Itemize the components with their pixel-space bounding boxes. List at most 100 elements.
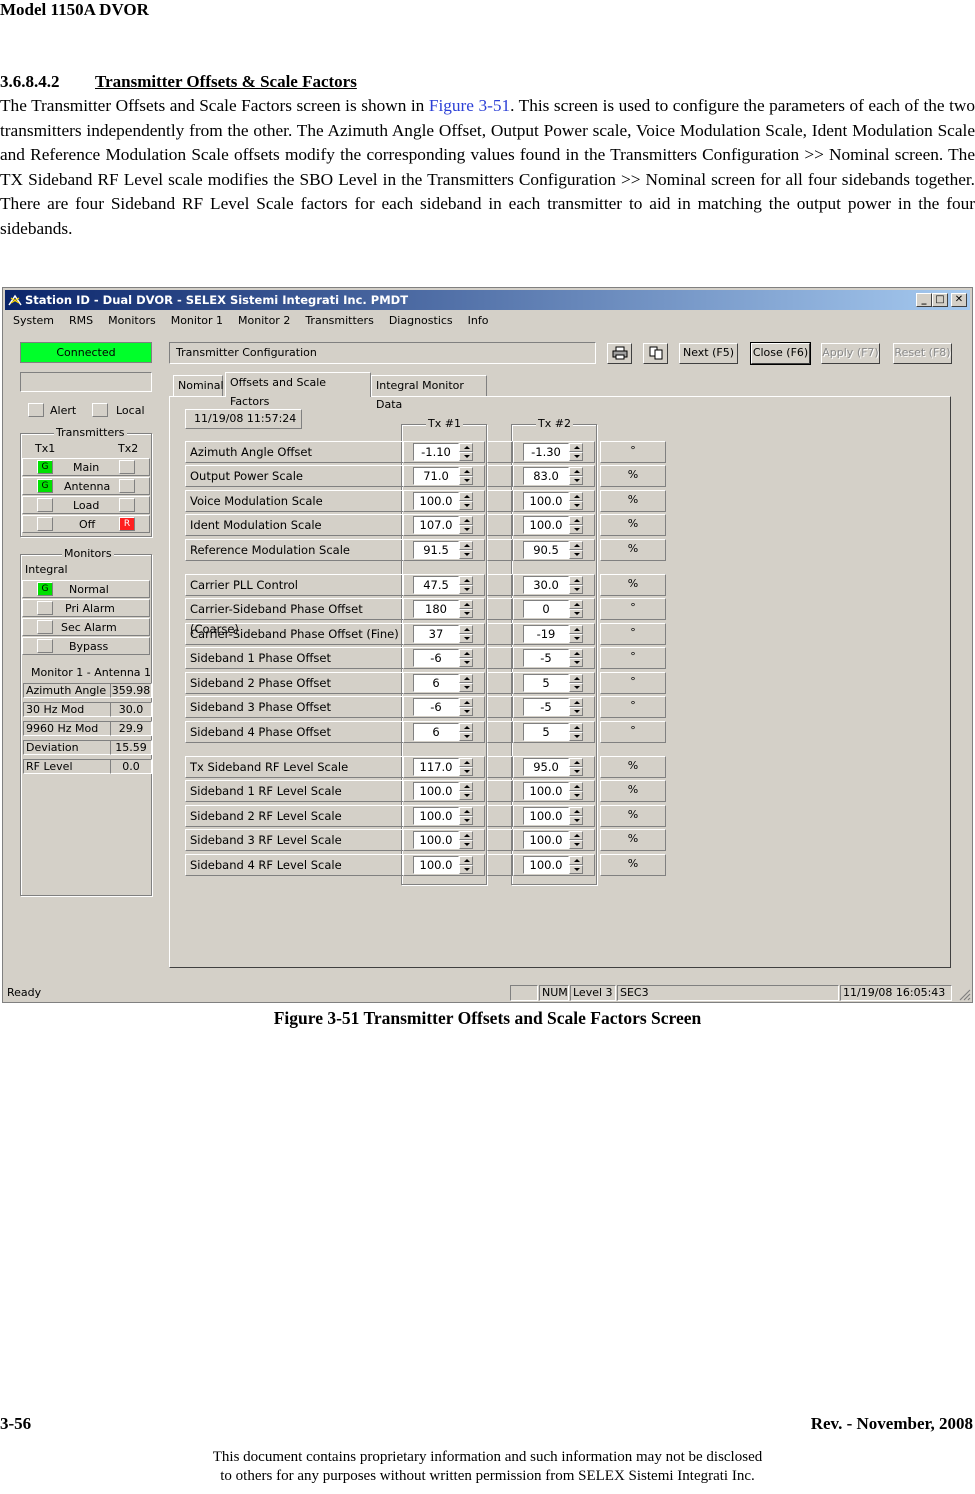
spin-down-icon[interactable] [459,707,473,716]
spin-down-icon[interactable] [569,609,583,618]
spin-down-icon[interactable] [569,550,583,559]
spin-up-icon[interactable] [459,625,473,634]
spin-down-icon[interactable] [459,550,473,559]
param-tx1-input[interactable]: -6 [413,698,459,716]
menu-system[interactable]: System [5,311,61,327]
param-tx1-spinner[interactable] [459,758,473,776]
param-tx1-spinner[interactable] [459,541,473,559]
copy-button[interactable] [643,343,668,364]
spin-up-icon[interactable] [459,807,473,816]
spin-down-icon[interactable] [459,476,473,485]
param-tx2-input[interactable]: 83.0 [523,467,569,485]
menu-monitor-1[interactable]: Monitor 1 [163,311,230,327]
param-tx1-input[interactable]: 37 [413,625,459,643]
spin-up-icon[interactable] [569,625,583,634]
param-tx2-input[interactable]: 5 [523,674,569,692]
param-tx1-spinner[interactable] [459,443,473,461]
window-titlebar[interactable]: Station ID - Dual DVOR - SELEX Sistemi I… [5,290,970,310]
param-tx2-spinner[interactable] [569,856,583,874]
param-tx1-input[interactable]: 100.0 [413,831,459,849]
spin-down-icon[interactable] [569,707,583,716]
spin-down-icon[interactable] [459,732,473,741]
param-tx2-input[interactable]: -1.30 [523,443,569,461]
spin-down-icon[interactable] [569,816,583,825]
spin-up-icon[interactable] [459,443,473,452]
close-button[interactable]: Close (F6) [750,342,811,365]
spin-up-icon[interactable] [459,492,473,501]
menu-monitor-2[interactable]: Monitor 2 [230,311,297,327]
spin-up-icon[interactable] [569,807,583,816]
param-tx1-spinner[interactable] [459,856,473,874]
spin-up-icon[interactable] [569,723,583,732]
param-tx1-spinner[interactable] [459,723,473,741]
param-tx1-spinner[interactable] [459,576,473,594]
param-tx2-spinner[interactable] [569,443,583,461]
spin-down-icon[interactable] [569,585,583,594]
maximize-button[interactable]: □ [932,293,948,307]
spin-down-icon[interactable] [569,791,583,800]
param-tx1-spinner[interactable] [459,649,473,667]
param-tx1-input[interactable]: 100.0 [413,856,459,874]
spin-down-icon[interactable] [569,501,583,510]
param-tx2-spinner[interactable] [569,649,583,667]
spin-up-icon[interactable] [569,649,583,658]
tab-nominal[interactable]: Nominal [173,375,224,396]
param-tx2-input[interactable]: 0 [523,600,569,618]
spin-up-icon[interactable] [569,576,583,585]
spin-up-icon[interactable] [569,831,583,840]
spin-up-icon[interactable] [569,758,583,767]
spin-down-icon[interactable] [459,791,473,800]
spin-down-icon[interactable] [569,767,583,776]
param-tx1-input[interactable]: 6 [413,674,459,692]
param-tx1-input[interactable]: 6 [413,723,459,741]
param-tx1-spinner[interactable] [459,807,473,825]
spin-down-icon[interactable] [459,683,473,692]
param-tx1-input[interactable]: 100.0 [413,807,459,825]
menu-info[interactable]: Info [460,311,496,327]
param-tx2-spinner[interactable] [569,674,583,692]
tab-integral-monitor-data[interactable]: Integral Monitor Data [371,375,487,411]
spin-up-icon[interactable] [459,516,473,525]
param-tx1-input[interactable]: 100.0 [413,492,459,510]
param-tx2-spinner[interactable] [569,600,583,618]
spin-up-icon[interactable] [459,723,473,732]
param-tx1-input[interactable]: 47.5 [413,576,459,594]
param-tx2-input[interactable]: 90.5 [523,541,569,559]
param-tx2-spinner[interactable] [569,625,583,643]
reset-button[interactable]: Reset (F8) [893,343,952,364]
spin-up-icon[interactable] [569,516,583,525]
spin-up-icon[interactable] [459,541,473,550]
param-tx1-input[interactable]: -6 [413,649,459,667]
param-tx1-input[interactable]: 117.0 [413,758,459,776]
param-tx2-input[interactable]: -19 [523,625,569,643]
param-tx2-spinner[interactable] [569,467,583,485]
param-tx2-spinner[interactable] [569,698,583,716]
param-tx2-spinner[interactable] [569,807,583,825]
param-tx2-input[interactable]: -5 [523,698,569,716]
spin-down-icon[interactable] [569,683,583,692]
param-tx1-spinner[interactable] [459,467,473,485]
menu-transmitters[interactable]: Transmitters [297,311,381,327]
close-window-button[interactable]: ✕ [951,293,967,307]
spin-up-icon[interactable] [459,758,473,767]
spin-up-icon[interactable] [569,492,583,501]
menu-monitors[interactable]: Monitors [100,311,163,327]
spin-down-icon[interactable] [459,658,473,667]
spin-down-icon[interactable] [459,452,473,461]
spin-down-icon[interactable] [569,634,583,643]
param-tx1-spinner[interactable] [459,492,473,510]
param-tx2-input[interactable]: 5 [523,723,569,741]
figure-reference-link[interactable]: Figure 3-51 [429,96,510,115]
spin-up-icon[interactable] [569,443,583,452]
spin-down-icon[interactable] [459,634,473,643]
apply-button[interactable]: Apply (F7) [821,343,880,364]
param-tx1-spinner[interactable] [459,698,473,716]
spin-up-icon[interactable] [569,698,583,707]
spin-up-icon[interactable] [459,698,473,707]
param-tx2-input[interactable]: 100.0 [523,782,569,800]
spin-down-icon[interactable] [569,476,583,485]
spin-up-icon[interactable] [459,782,473,791]
spin-up-icon[interactable] [459,649,473,658]
param-tx1-spinner[interactable] [459,516,473,534]
spin-up-icon[interactable] [569,782,583,791]
